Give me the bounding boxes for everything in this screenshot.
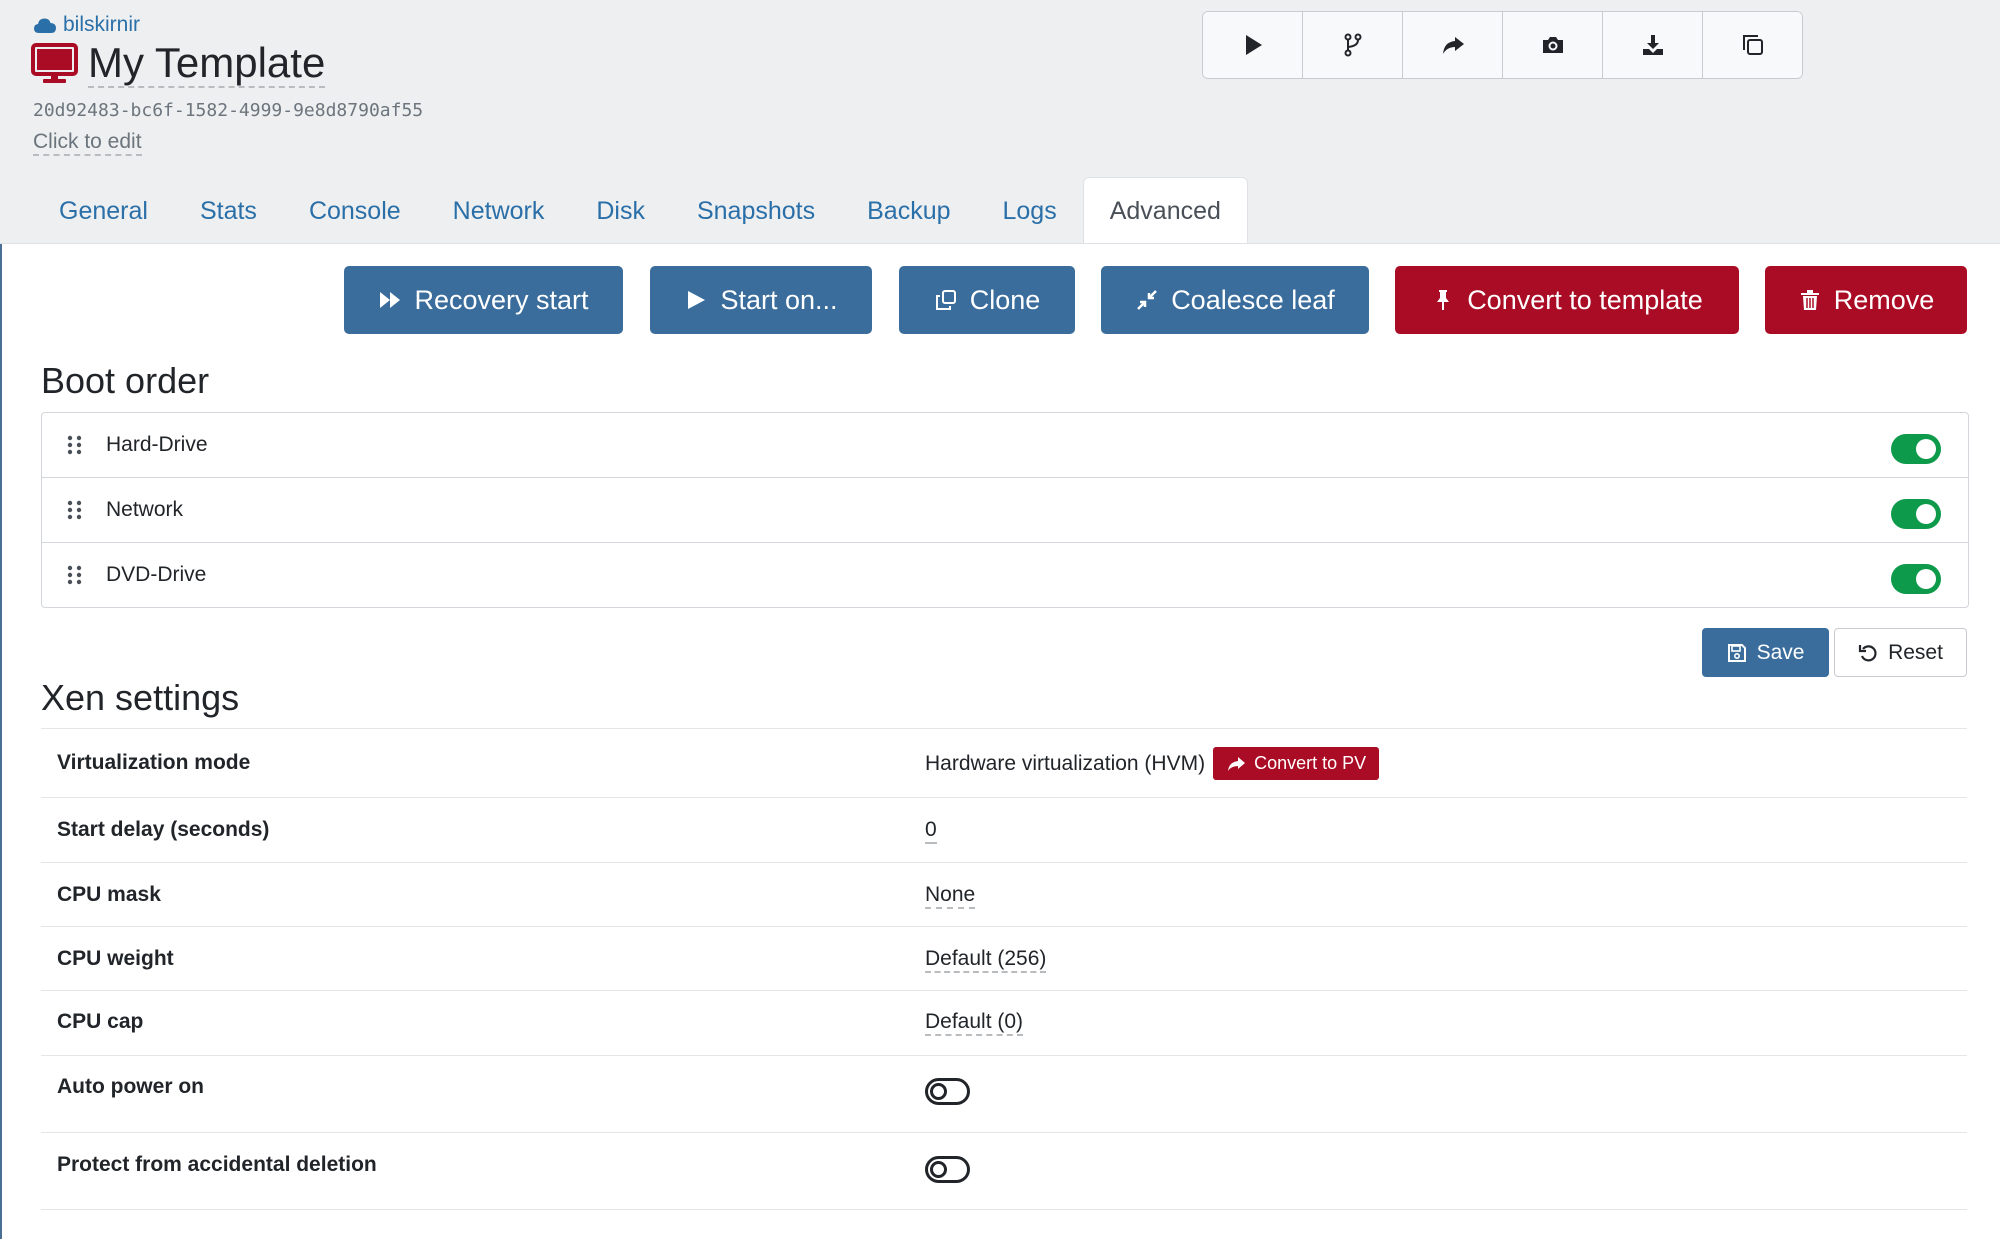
start-on-button[interactable]: Start on...: [650, 266, 872, 334]
pool-link[interactable]: bilskirnir: [33, 13, 140, 37]
clone-icon: [935, 290, 956, 310]
boot-item-label: Network: [106, 498, 184, 521]
protect-deletion-toggle-wrap: [925, 1156, 970, 1183]
fork-button[interactable]: [1302, 12, 1402, 78]
recovery-start-button[interactable]: Recovery start: [344, 266, 623, 334]
table-row: CPU cap Default (0): [41, 990, 1967, 1056]
play-icon: [1245, 35, 1262, 55]
row-label: Start delay (seconds): [57, 818, 270, 841]
drag-handle-icon[interactable]: [66, 565, 84, 585]
table-row: CPU mask None: [41, 862, 1967, 927]
row-label: CPU mask: [57, 883, 161, 906]
boot-item-label: Hard-Drive: [106, 433, 208, 456]
convert-to-template-button[interactable]: Convert to template: [1395, 266, 1739, 334]
save-button[interactable]: Save: [1702, 628, 1829, 677]
row-label: Auto power on: [57, 1075, 204, 1098]
action-bar: [1202, 11, 1803, 79]
clone-button[interactable]: Clone: [899, 266, 1075, 334]
list-item[interactable]: Hard-Drive: [42, 413, 1968, 477]
row-label: Virtualization mode: [57, 751, 251, 774]
auto-power-on-toggle[interactable]: [925, 1078, 970, 1105]
boot-order-list: Hard-Drive Network DVD-Drive: [41, 412, 1969, 608]
boot-order-heading: Boot order: [41, 360, 210, 401]
drag-handle-icon[interactable]: [66, 435, 84, 455]
cpu-cap-value[interactable]: Default (0): [925, 1010, 1024, 1036]
coalesce-leaf-button[interactable]: Coalesce leaf: [1101, 266, 1369, 334]
row-label: CPU cap: [57, 1010, 144, 1033]
boot-item-toggle[interactable]: [1891, 499, 1941, 529]
pool-name: bilskirnir: [63, 13, 141, 36]
tab-snapshots[interactable]: Snapshots: [671, 178, 841, 244]
tab-logs[interactable]: Logs: [977, 178, 1083, 244]
convert-to-pv-button[interactable]: Convert to PV: [1213, 747, 1380, 780]
xen-settings-heading: Xen settings: [41, 677, 240, 718]
floppy-icon: [1727, 643, 1746, 662]
boot-item-label: DVD-Drive: [106, 563, 207, 586]
title-row: My Template: [31, 40, 326, 88]
tab-advanced[interactable]: Advanced: [1082, 177, 1248, 244]
row-label: Protect from accidental deletion: [57, 1153, 377, 1176]
table-row: Auto power on: [41, 1055, 1967, 1133]
list-item[interactable]: Network: [42, 477, 1968, 542]
copy-icon: [1742, 35, 1763, 55]
tab-backup[interactable]: Backup: [841, 178, 976, 244]
share-icon: [1228, 756, 1246, 771]
tab-bar: General Stats Console Network Disk Snaps…: [33, 177, 1248, 244]
auto-power-on-toggle-wrap: [925, 1078, 970, 1105]
play-icon: [688, 291, 706, 309]
page-header: bilskirnir My Template 20d92483-bc6f-158…: [0, 0, 2000, 244]
camera-icon: [1542, 37, 1563, 53]
tabs-divider: [0, 243, 2000, 244]
description-editable[interactable]: Click to edit: [33, 130, 142, 156]
vm-uuid: 20d92483-bc6f-1582-4999-9e8d8790af55: [33, 100, 424, 121]
table-row: CPU weight Default (256): [41, 926, 1967, 991]
compress-icon: [1137, 290, 1158, 310]
trash-icon: [1800, 290, 1819, 310]
row-value: Hardware virtualization (HVM) Convert to…: [925, 747, 1380, 780]
reset-button[interactable]: Reset: [1834, 628, 1967, 677]
tab-disk[interactable]: Disk: [570, 178, 671, 244]
share-icon: [1442, 37, 1464, 54]
boot-item-toggle[interactable]: [1891, 434, 1941, 464]
cpu-mask-value[interactable]: None: [925, 883, 976, 909]
page-title[interactable]: My Template: [88, 40, 326, 88]
thumbtack-icon: [1437, 290, 1450, 310]
undo-icon: [1858, 644, 1877, 661]
fork-icon: [1344, 33, 1361, 57]
tab-network[interactable]: Network: [427, 178, 571, 244]
monitor-icon: [31, 43, 78, 83]
start-button[interactable]: [1203, 12, 1302, 78]
tab-general[interactable]: General: [33, 178, 174, 244]
protect-deletion-toggle[interactable]: [925, 1156, 970, 1183]
table-row: Protect from accidental deletion: [41, 1132, 1967, 1210]
start-delay-value[interactable]: 0: [925, 818, 937, 844]
table-row: Start delay (seconds) 0: [41, 797, 1967, 863]
drag-handle-icon[interactable]: [66, 500, 84, 520]
fast-forward-icon: [380, 292, 401, 308]
download-icon: [1642, 35, 1663, 55]
tab-console[interactable]: Console: [283, 178, 427, 244]
row-label: CPU weight: [57, 947, 174, 970]
copy-button[interactable]: [1702, 12, 1802, 78]
tab-stats[interactable]: Stats: [174, 178, 283, 244]
migrate-button[interactable]: [1402, 12, 1502, 78]
boot-item-toggle[interactable]: [1891, 564, 1941, 594]
snapshot-button[interactable]: [1502, 12, 1602, 78]
export-button[interactable]: [1602, 12, 1702, 78]
virtualization-mode-value: Hardware virtualization (HVM): [925, 751, 1206, 775]
table-row: Virtualization mode Hardware virtualizat…: [41, 728, 1967, 798]
cpu-weight-value[interactable]: Default (256): [925, 947, 1047, 973]
remove-button[interactable]: Remove: [1765, 266, 1967, 334]
cloud-icon: [34, 18, 56, 33]
list-item[interactable]: DVD-Drive: [42, 542, 1968, 607]
table-row-divider: [41, 1209, 1967, 1220]
